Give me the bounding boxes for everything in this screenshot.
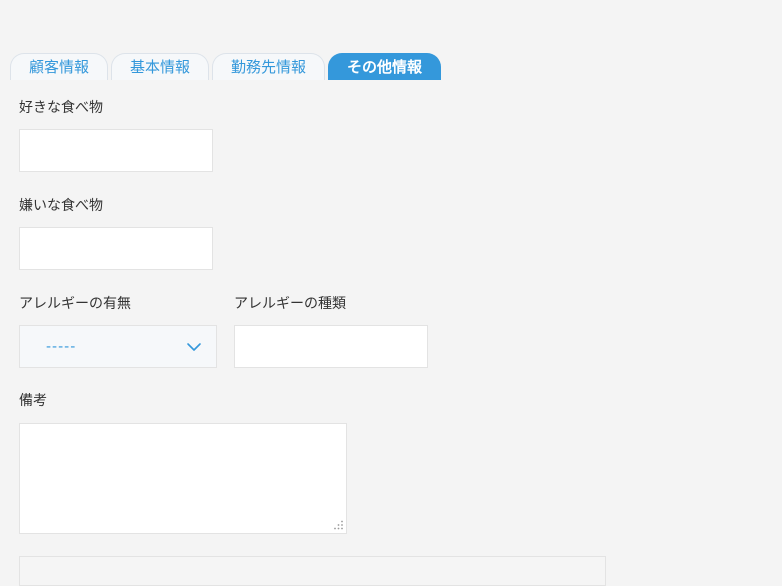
tab-workplace-info[interactable]: 勤務先情報 (212, 53, 326, 80)
disliked-food-label: 嫌いな食べ物 (19, 198, 103, 214)
allergy-presence-selected-value: ----- (46, 339, 77, 355)
allergy-presence-label: アレルギーの有無 (19, 296, 131, 312)
resize-grip-icon[interactable] (332, 519, 344, 531)
favorite-food-label: 好きな食べ物 (19, 100, 103, 116)
disliked-food-input[interactable] (19, 227, 213, 270)
tab-other-info[interactable]: その他情報 (328, 53, 442, 80)
allergy-type-input[interactable] (234, 325, 428, 368)
tab-customer-info[interactable]: 顧客情報 (10, 53, 109, 80)
chevron-down-icon (187, 343, 201, 351)
notes-textarea[interactable] (19, 423, 347, 534)
notes-label: 備考 (19, 393, 47, 409)
favorite-food-input[interactable] (19, 129, 213, 172)
tab-bar: 顧客情報 基本情報 勤務先情報 その他情報 (10, 52, 444, 80)
bottom-panel (19, 556, 606, 586)
allergy-presence-select[interactable]: ----- (19, 325, 217, 368)
allergy-type-label: アレルギーの種類 (234, 296, 346, 312)
tab-basic-info[interactable]: 基本情報 (111, 53, 210, 80)
